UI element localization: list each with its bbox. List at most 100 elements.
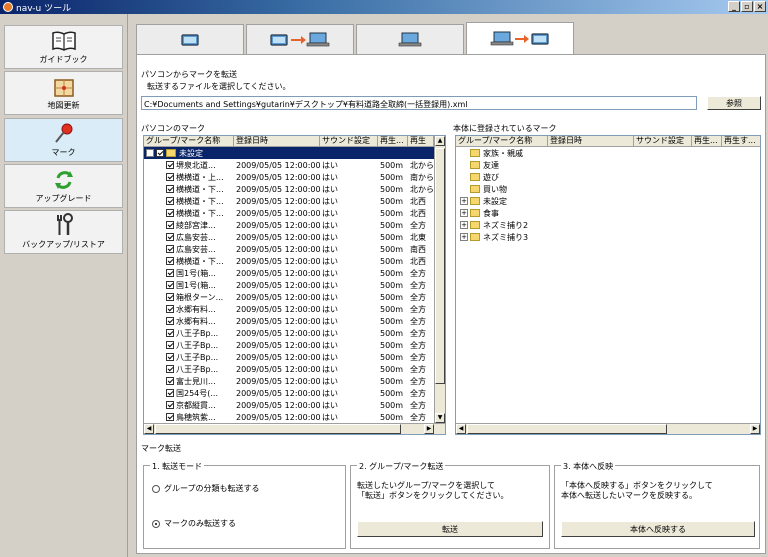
checkbox[interactable] — [156, 149, 164, 157]
checkbox[interactable] — [166, 197, 174, 205]
tab-device[interactable] — [136, 24, 244, 54]
table-row[interactable]: 八王子Bp... 2009/05/05 12:00:00 はい 500m 全方 — [144, 363, 445, 375]
column-header[interactable]: 再生 — [408, 136, 434, 146]
checkbox[interactable] — [166, 401, 174, 409]
table-row[interactable]: 八王子Bp... 2009/05/05 12:00:00 はい 500m 全方 — [144, 351, 445, 363]
checkbox[interactable] — [166, 365, 174, 373]
vertical-scrollbar[interactable]: ▲ ▼ — [434, 136, 445, 423]
table-row[interactable]: 広島安芸... 2009/05/05 12:00:00 はい 500m 南西 — [144, 243, 445, 255]
expand-icon[interactable]: + — [460, 209, 468, 217]
checkbox[interactable] — [166, 233, 174, 241]
sidebar-item-map-update[interactable]: 地図更新 — [4, 71, 123, 115]
minimize-button[interactable]: _ — [728, 1, 740, 12]
column-header[interactable]: サウンド設定 — [320, 136, 378, 146]
checkbox[interactable] — [166, 413, 174, 421]
radio-button[interactable] — [152, 519, 160, 528]
column-header[interactable]: 再生... — [378, 136, 408, 146]
horizontal-scrollbar[interactable]: ◀ ▶ — [456, 423, 760, 434]
browse-button[interactable]: 参照 — [707, 96, 761, 110]
list-item[interactable]: + ネズミ捕り2 — [456, 219, 760, 231]
radio-button[interactable] — [152, 484, 160, 493]
scroll-left-icon[interactable]: ◀ — [144, 424, 154, 434]
checkbox[interactable] — [166, 257, 174, 265]
checkbox[interactable] — [166, 281, 174, 289]
checkbox[interactable] — [166, 293, 174, 301]
tab-pc-to-device[interactable] — [466, 22, 574, 54]
table-row[interactable]: 鳥穂筑紫... 2009/05/05 12:00:00 はい 500m 全方 — [144, 411, 445, 423]
scroll-left-icon[interactable]: ◀ — [456, 424, 466, 434]
sidebar-item-mark[interactable]: マーク — [4, 118, 123, 162]
table-row[interactable]: 水郷有料... 2009/05/05 12:00:00 はい 500m 全方 — [144, 315, 445, 327]
scroll-thumb[interactable] — [155, 424, 401, 434]
table-row[interactable]: 広島安芸... 2009/05/05 12:00:00 はい 500m 北東 — [144, 231, 445, 243]
scroll-right-icon[interactable]: ▶ — [750, 424, 760, 434]
collapse-icon[interactable]: − — [146, 149, 154, 157]
expand-icon[interactable]: + — [460, 197, 468, 205]
sidebar-item-backup-restore[interactable]: バックアップ/リストア — [4, 210, 123, 254]
checkbox[interactable] — [166, 245, 174, 253]
table-row[interactable]: 横横道・下... 2009/05/05 12:00:00 はい 500m 北西 — [144, 195, 445, 207]
column-header[interactable]: サウンド設定 — [634, 136, 692, 146]
checkbox[interactable] — [166, 377, 174, 385]
checkbox[interactable] — [166, 269, 174, 277]
table-row[interactable]: 綾部宮津... 2009/05/05 12:00:00 はい 500m 全方 — [144, 219, 445, 231]
table-row[interactable]: 富士見川... 2009/05/05 12:00:00 はい 500m 全方 — [144, 375, 445, 387]
checkbox[interactable] — [166, 317, 174, 325]
checkbox[interactable] — [166, 329, 174, 337]
table-row[interactable]: 八王子Bp... 2009/05/05 12:00:00 はい 500m 全方 — [144, 339, 445, 351]
checkbox[interactable] — [166, 341, 174, 349]
transfer-button[interactable]: 転送 — [357, 521, 543, 537]
checkbox[interactable] — [166, 353, 174, 361]
table-row[interactable]: 京都縦貫... 2009/05/05 12:00:00 はい 500m 全方 — [144, 399, 445, 411]
scroll-thumb[interactable] — [467, 424, 667, 434]
scroll-up-icon[interactable]: ▲ — [435, 136, 445, 146]
checkbox[interactable] — [166, 389, 174, 397]
column-header[interactable]: グループ/マーク名称 — [144, 136, 234, 146]
column-header[interactable]: 再生... — [692, 136, 722, 146]
table-row[interactable]: 横横道・下... 2009/05/05 12:00:00 はい 500m 北西 — [144, 207, 445, 219]
checkbox[interactable] — [166, 161, 174, 169]
scroll-down-icon[interactable]: ▼ — [435, 413, 445, 423]
table-row[interactable]: 国254号(... 2009/05/05 12:00:00 はい 500m 全方 — [144, 387, 445, 399]
expand-icon[interactable]: + — [460, 233, 468, 241]
checkbox[interactable] — [166, 221, 174, 229]
column-header[interactable]: 登録日時 — [234, 136, 320, 146]
checkbox[interactable] — [166, 185, 174, 193]
checkbox[interactable] — [166, 173, 174, 181]
checkbox[interactable] — [166, 305, 174, 313]
scroll-right-icon[interactable]: ▶ — [424, 424, 434, 434]
column-header[interactable]: 登録日時 — [548, 136, 634, 146]
table-row[interactable]: 横横道・上... 2009/05/05 12:00:00 はい 500m 南から — [144, 171, 445, 183]
pc-marks-grid[interactable]: グループ/マーク名称 登録日時 サウンド設定 再生... 再生 − 未設定 堺泉北… — [143, 135, 446, 435]
restore-button[interactable]: ▫ — [741, 1, 753, 12]
list-item[interactable]: + 食事 — [456, 207, 760, 219]
table-row[interactable]: 八王子Bp... 2009/05/05 12:00:00 はい 500m 全方 — [144, 327, 445, 339]
table-row[interactable]: 水郷有料... 2009/05/05 12:00:00 はい 500m 全方 — [144, 303, 445, 315]
tab-pc[interactable] — [356, 24, 464, 54]
device-marks-grid[interactable]: グループ/マーク名称 登録日時 サウンド設定 再生... 再生す... 家族・親… — [455, 135, 761, 435]
list-item[interactable]: 買い物 — [456, 183, 760, 195]
file-path-input[interactable]: C:¥Documents and Settings¥gutarin¥デスクトップ… — [141, 96, 697, 110]
table-row[interactable]: 横横道・下... 2009/05/05 12:00:00 はい 500m 北から — [144, 183, 445, 195]
table-row[interactable]: 堺泉北道... 2009/05/05 12:00:00 はい 500m 北から — [144, 159, 445, 171]
sidebar-item-guidebook[interactable]: ガイドブック — [4, 25, 123, 69]
column-header[interactable]: グループ/マーク名称 — [456, 136, 548, 146]
radio-marks-only[interactable]: マークのみ転送する — [152, 518, 236, 529]
list-item[interactable]: 遊び — [456, 171, 760, 183]
table-row[interactable]: 横横道・下... 2009/05/05 12:00:00 はい 500m 北西 — [144, 255, 445, 267]
tab-device-to-pc[interactable] — [246, 24, 354, 54]
list-item[interactable]: 友達 — [456, 159, 760, 171]
checkbox[interactable] — [166, 209, 174, 217]
table-row[interactable]: 箱根ターン... 2009/05/05 12:00:00 はい 500m 全方 — [144, 291, 445, 303]
close-button[interactable]: × — [754, 1, 766, 12]
horizontal-scrollbar[interactable]: ◀ ▶ — [144, 423, 445, 434]
scroll-thumb[interactable] — [435, 148, 445, 384]
table-row[interactable]: 国1号(箱... 2009/05/05 12:00:00 はい 500m 全方 — [144, 267, 445, 279]
apply-to-device-button[interactable]: 本体へ反映する — [561, 521, 755, 537]
expand-icon[interactable]: + — [460, 221, 468, 229]
column-header[interactable]: 再生す... — [722, 136, 760, 146]
radio-group-transfer[interactable]: グループの分類も転送する — [152, 483, 260, 494]
sidebar-item-upgrade[interactable]: アップグレード — [4, 164, 123, 208]
list-item[interactable]: + 未設定 — [456, 195, 760, 207]
list-item[interactable]: + ネズミ捕り3 — [456, 231, 760, 243]
